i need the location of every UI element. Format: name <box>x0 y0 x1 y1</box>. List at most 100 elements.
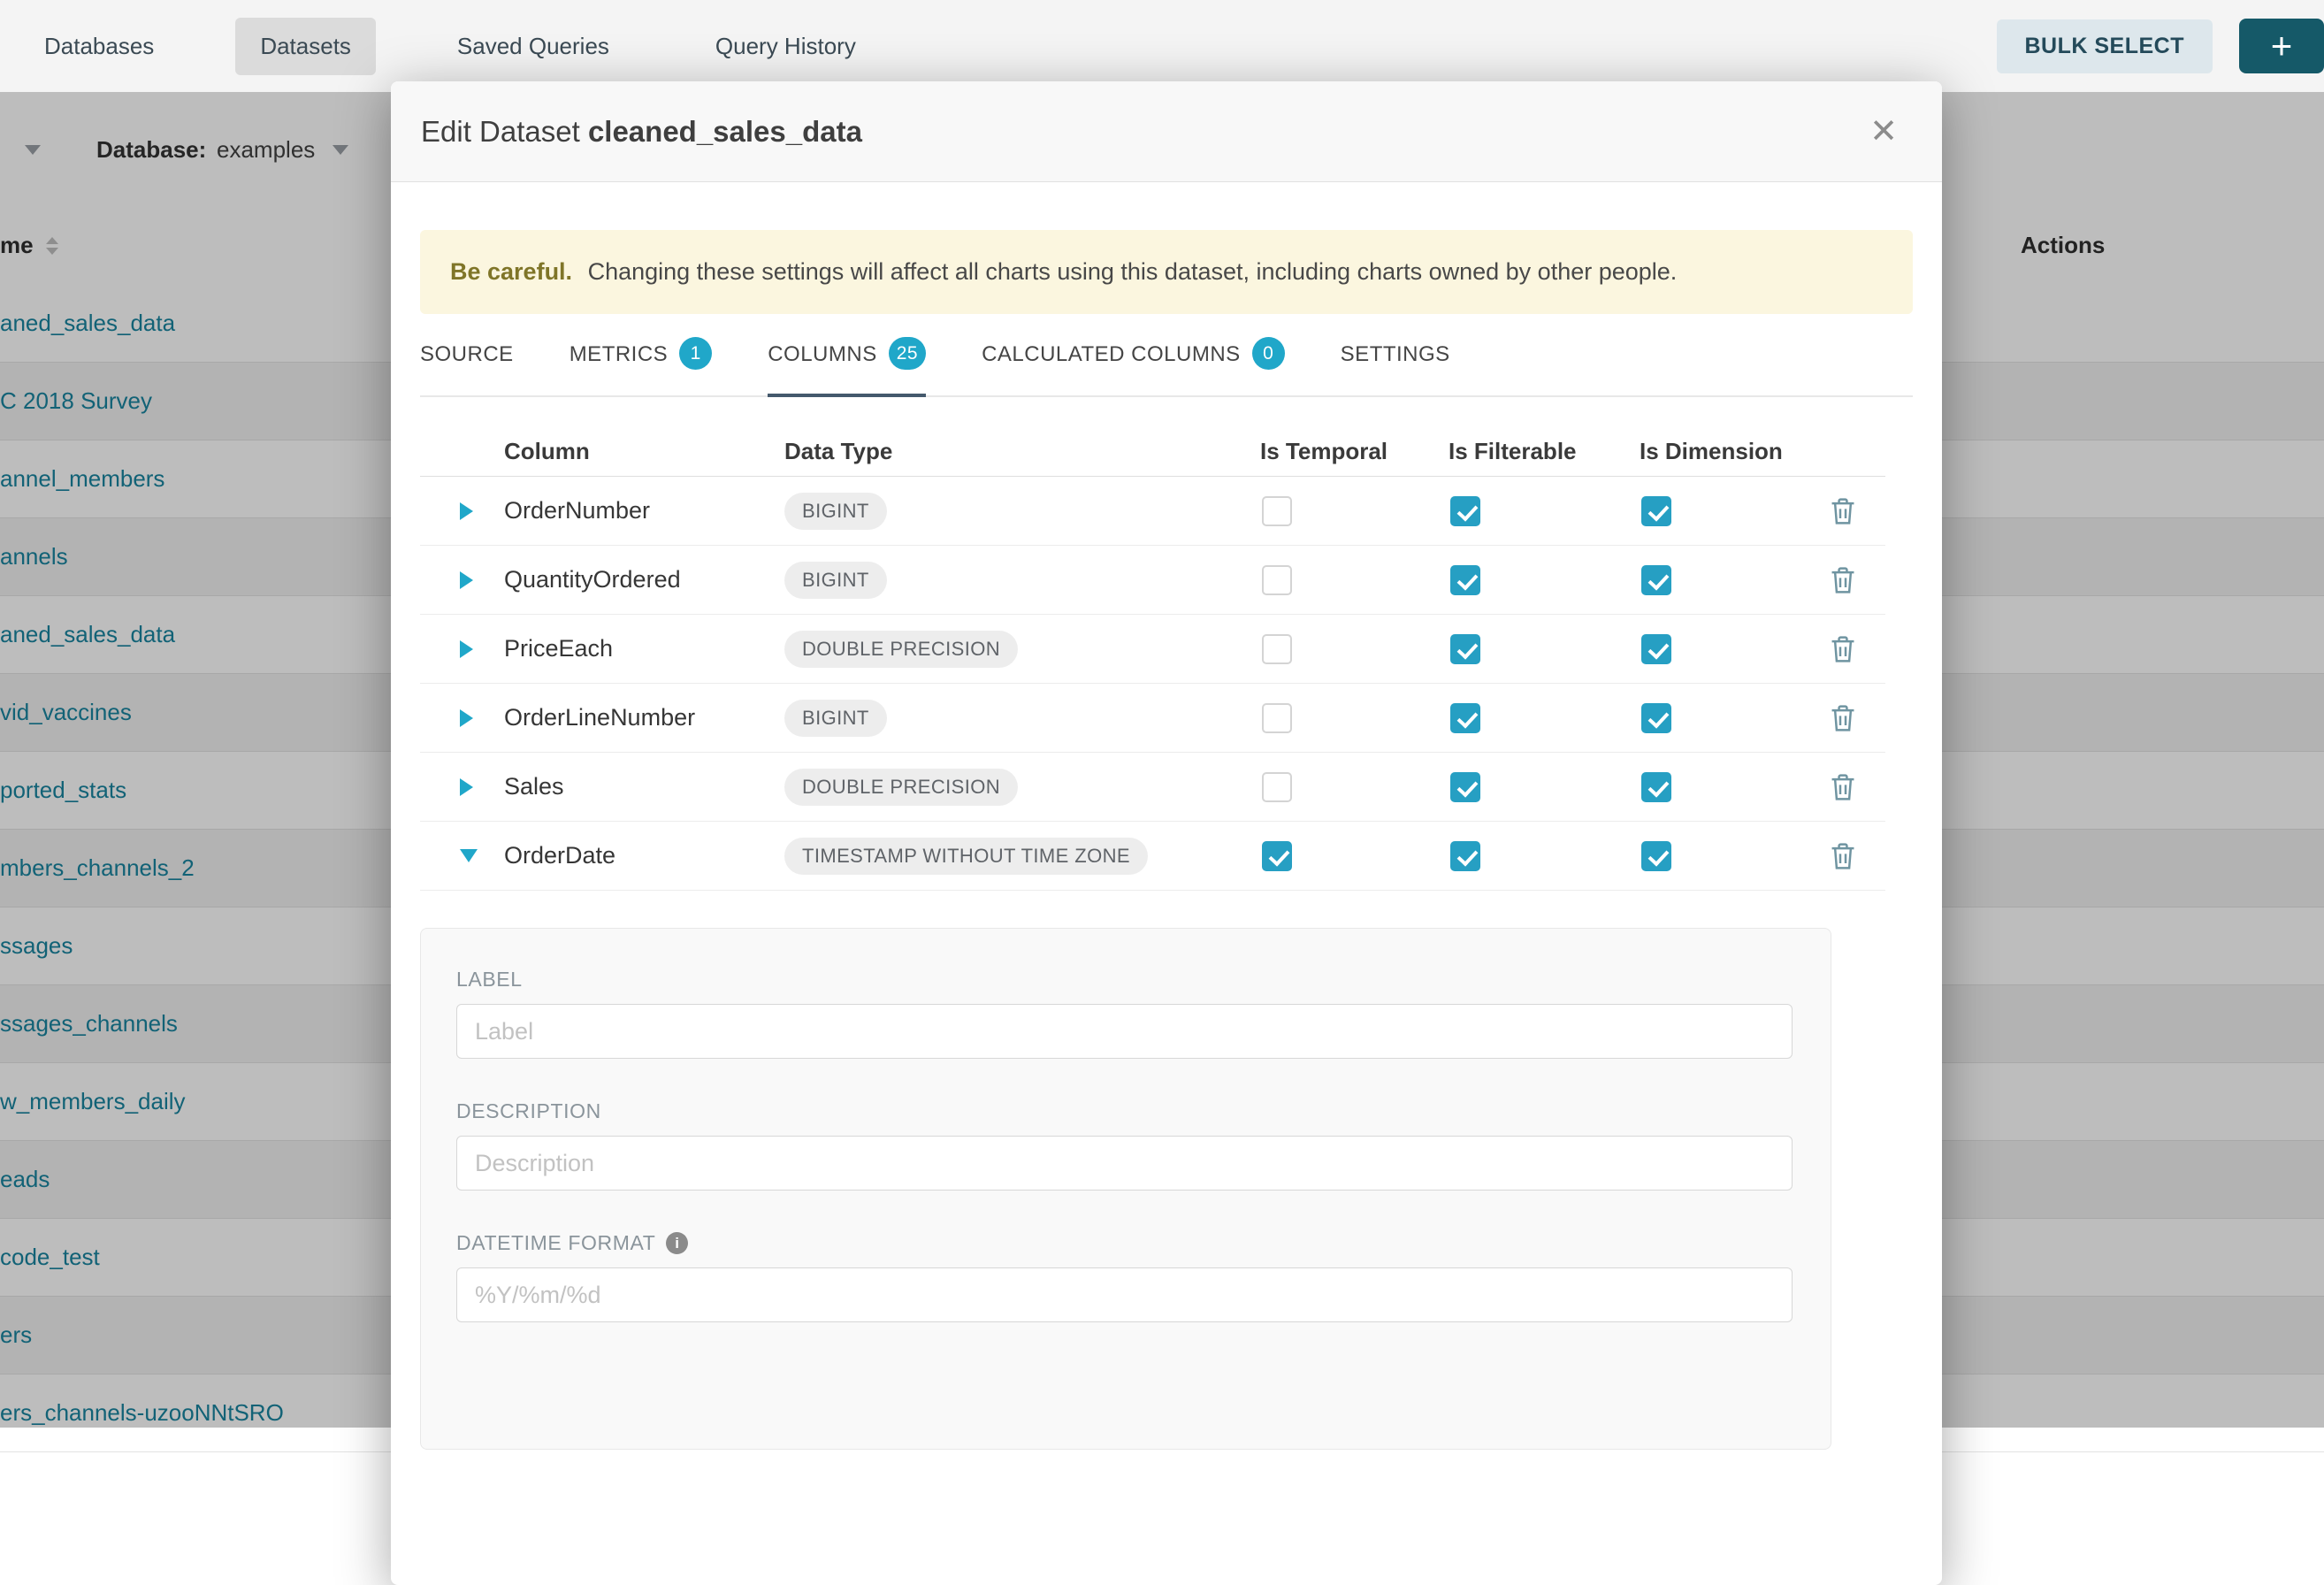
warning-banner-body: Changing these settings will affect all … <box>588 258 1678 285</box>
datetime-format-input[interactable] <box>456 1267 1793 1322</box>
description-field-label-text: DESCRIPTION <box>456 1099 601 1123</box>
is-dimension-checkbox[interactable] <box>1641 772 1671 802</box>
tab-metrics[interactable]: METRICS 1 <box>570 341 713 395</box>
description-input[interactable] <box>456 1136 1793 1191</box>
data-type-pill: DOUBLE PRECISION <box>784 769 1018 806</box>
table-row: PriceEach DOUBLE PRECISION <box>420 615 1885 684</box>
tab-columns-badge: 25 <box>889 337 926 370</box>
edit-dataset-modal: Edit Dataset cleaned_sales_data ✕ Be car… <box>391 81 1942 1585</box>
add-dataset-button[interactable]: + <box>2239 19 2324 73</box>
modal-body: Be careful. Changing these settings will… <box>391 230 1942 1450</box>
is-filterable-checkbox[interactable] <box>1450 703 1480 733</box>
tab-calculated-columns-label: CALCULATED COLUMNS <box>982 342 1241 367</box>
is-dimension-checkbox[interactable] <box>1641 703 1671 733</box>
datetime-format-field-label: DATETIME FORMAT i <box>456 1231 1791 1255</box>
warning-banner-text: Be careful. Changing these settings will… <box>450 258 1677 286</box>
header-is-dimension: Is Dimension <box>1640 438 1800 465</box>
tab-columns-label: COLUMNS <box>768 342 877 367</box>
is-temporal-checkbox[interactable] <box>1262 703 1292 733</box>
label-field-label-text: LABEL <box>456 968 523 992</box>
delete-column-icon[interactable] <box>1830 842 1856 870</box>
column-name: OrderLineNumber <box>504 704 784 731</box>
is-temporal-checkbox[interactable] <box>1262 841 1292 871</box>
table-row: Sales DOUBLE PRECISION <box>420 753 1885 822</box>
datetime-format-label-text: DATETIME FORMAT <box>456 1231 655 1255</box>
table-row: OrderNumber BIGINT <box>420 477 1885 546</box>
header-column: Column <box>504 438 784 465</box>
bulk-select-button[interactable]: BULK SELECT <box>1997 19 2213 73</box>
tab-calculated-columns[interactable]: CALCULATED COLUMNS 0 <box>982 341 1285 395</box>
expand-caret-icon[interactable] <box>460 571 473 589</box>
warning-banner: Be careful. Changing these settings will… <box>420 230 1913 314</box>
nav-tab-query-history[interactable]: Query History <box>691 18 881 75</box>
column-name: OrderDate <box>504 842 784 869</box>
data-type-pill: BIGINT <box>784 493 887 530</box>
is-temporal-checkbox[interactable] <box>1262 496 1292 526</box>
is-filterable-checkbox[interactable] <box>1450 565 1480 595</box>
nav-tab-datasets[interactable]: Datasets <box>235 18 376 75</box>
nav-tab-saved-queries[interactable]: Saved Queries <box>432 18 634 75</box>
data-type-pill: BIGINT <box>784 700 887 737</box>
header-is-temporal: Is Temporal <box>1260 438 1449 465</box>
tab-columns[interactable]: COLUMNS 25 <box>768 341 926 395</box>
top-navigation-bar: Databases Datasets Saved Queries Query H… <box>0 0 2324 92</box>
tab-source[interactable]: SOURCE <box>420 341 514 395</box>
is-dimension-checkbox[interactable] <box>1641 841 1671 871</box>
is-filterable-checkbox[interactable] <box>1450 634 1480 664</box>
header-is-filterable: Is Filterable <box>1449 438 1640 465</box>
columns-table: Column Data Type Is Temporal Is Filterab… <box>420 427 1885 891</box>
delete-column-icon[interactable] <box>1830 566 1856 594</box>
description-field-label: DESCRIPTION <box>456 1099 1791 1123</box>
tab-source-label: SOURCE <box>420 342 514 367</box>
table-row: OrderDate TIMESTAMP WITHOUT TIME ZONE <box>420 822 1885 891</box>
label-input[interactable] <box>456 1004 1793 1059</box>
data-type-pill: TIMESTAMP WITHOUT TIME ZONE <box>784 838 1148 875</box>
columns-table-header: Column Data Type Is Temporal Is Filterab… <box>420 427 1885 477</box>
tab-metrics-badge: 1 <box>679 337 712 370</box>
expand-caret-icon[interactable] <box>460 640 473 658</box>
collapse-caret-icon[interactable] <box>460 849 478 862</box>
is-filterable-checkbox[interactable] <box>1450 841 1480 871</box>
tab-settings-label: SETTINGS <box>1341 342 1450 367</box>
expand-caret-icon[interactable] <box>460 709 473 727</box>
header-data-type: Data Type <box>784 438 1260 465</box>
warning-banner-bold: Be careful. <box>450 258 572 285</box>
modal-title: Edit Dataset cleaned_sales_data <box>421 115 862 149</box>
modal-dataset-name: cleaned_sales_data <box>588 115 862 148</box>
column-name: Sales <box>504 773 784 800</box>
is-temporal-checkbox[interactable] <box>1262 634 1292 664</box>
expand-caret-icon[interactable] <box>460 778 473 796</box>
table-row: QuantityOrdered BIGINT <box>420 546 1885 615</box>
modal-title-prefix: Edit Dataset <box>421 115 580 148</box>
tab-settings[interactable]: SETTINGS <box>1341 341 1450 395</box>
is-filterable-checkbox[interactable] <box>1450 496 1480 526</box>
is-temporal-checkbox[interactable] <box>1262 772 1292 802</box>
is-dimension-checkbox[interactable] <box>1641 565 1671 595</box>
data-type-pill: DOUBLE PRECISION <box>784 631 1018 668</box>
is-filterable-checkbox[interactable] <box>1450 772 1480 802</box>
tab-calculated-columns-badge: 0 <box>1252 337 1285 370</box>
is-temporal-checkbox[interactable] <box>1262 565 1292 595</box>
column-name: QuantityOrdered <box>504 566 784 593</box>
close-icon[interactable]: ✕ <box>1869 115 1898 149</box>
data-type-pill: BIGINT <box>784 562 887 599</box>
is-dimension-checkbox[interactable] <box>1641 496 1671 526</box>
delete-column-icon[interactable] <box>1830 773 1856 801</box>
label-field-label: LABEL <box>456 968 1791 992</box>
is-dimension-checkbox[interactable] <box>1641 634 1671 664</box>
delete-column-icon[interactable] <box>1830 704 1856 732</box>
topbar-actions: BULK SELECT + <box>1997 19 2324 73</box>
delete-column-icon[interactable] <box>1830 497 1856 525</box>
expand-caret-icon[interactable] <box>460 502 473 520</box>
delete-column-icon[interactable] <box>1830 635 1856 663</box>
top-nav-tabs: Databases Datasets Saved Queries Query H… <box>19 18 881 75</box>
column-name: PriceEach <box>504 635 784 662</box>
modal-tabs: SOURCE METRICS 1 COLUMNS 25 CALCULATED C… <box>420 341 1913 397</box>
info-icon[interactable]: i <box>666 1232 688 1254</box>
modal-header: Edit Dataset cleaned_sales_data ✕ <box>391 81 1942 182</box>
column-name: OrderNumber <box>504 497 784 525</box>
column-detail-panel: LABEL DESCRIPTION DATETIME FORMAT i <box>420 928 1831 1450</box>
tab-metrics-label: METRICS <box>570 342 669 367</box>
table-row: OrderLineNumber BIGINT <box>420 684 1885 753</box>
nav-tab-databases[interactable]: Databases <box>19 18 179 75</box>
